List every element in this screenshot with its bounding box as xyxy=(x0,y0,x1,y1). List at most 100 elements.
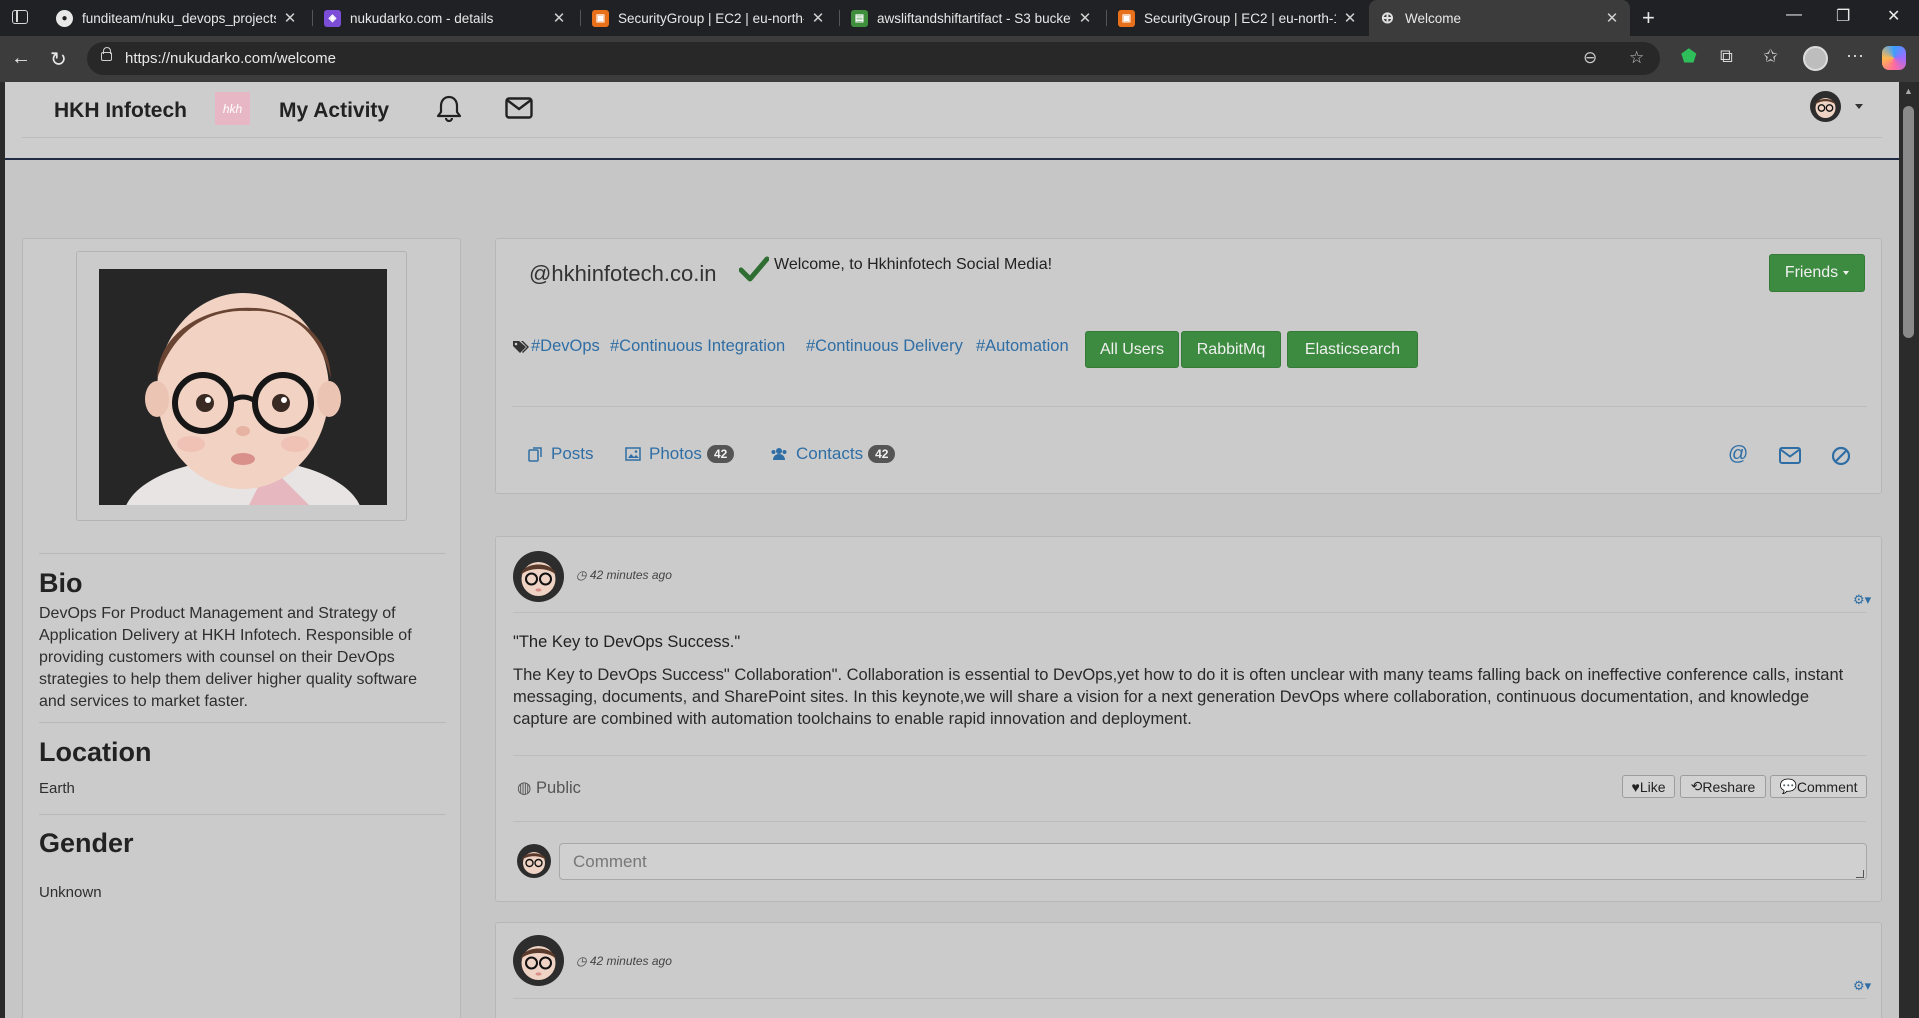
tab-posts[interactable]: Posts xyxy=(528,444,594,464)
friends-dropdown-button[interactable]: Friends xyxy=(1769,254,1865,292)
browser-tab-s3[interactable]: ▤ awsliftandshiftartifact - S3 bucket ✕ xyxy=(841,0,1103,36)
browser-tab-ec2-1[interactable]: ▣ SecurityGroup | EC2 | eu-north-1 ✕ xyxy=(582,0,836,36)
scroll-up-arrow-icon[interactable]: ▲ xyxy=(1904,86,1913,96)
mention-at-icon[interactable]: @ xyxy=(1728,443,1748,466)
user-avatar[interactable] xyxy=(1810,91,1841,122)
scrollbar-thumb[interactable] xyxy=(1903,106,1914,338)
retweet-icon: ⟲ xyxy=(1690,778,1703,794)
profile-header-card: @hkhinfotech.co.in Welcome, to Hkhinfote… xyxy=(495,238,1882,494)
clock-icon: ◷ xyxy=(576,568,590,582)
shield-extension-icon[interactable]: ⬟ xyxy=(1681,46,1697,67)
browser-tab-github[interactable]: ● funditeam/nuku_devops_projects ✕ xyxy=(46,0,308,36)
reader-options-icon[interactable]: ⊖ xyxy=(1583,48,1597,68)
divider xyxy=(513,821,1866,822)
profile-photo[interactable] xyxy=(99,269,387,505)
refresh-icon[interactable]: ↻ xyxy=(50,47,67,72)
close-icon[interactable]: ✕ xyxy=(1077,9,1093,27)
aws-ec2-icon: ▣ xyxy=(1118,9,1135,27)
resize-grip-icon[interactable] xyxy=(1856,870,1864,878)
tab-contacts[interactable]: Contacts 42 xyxy=(770,444,896,464)
commenter-avatar xyxy=(517,844,551,878)
favorite-star-icon[interactable]: ☆ xyxy=(1629,48,1644,68)
bell-icon[interactable] xyxy=(436,94,462,127)
navbar-divider xyxy=(22,137,1882,138)
tab-title: awsliftandshiftartifact - S3 bucket xyxy=(877,10,1071,26)
extensions-puzzle-icon[interactable]: ⧉ xyxy=(1720,46,1733,67)
back-arrow-icon[interactable]: ← xyxy=(11,47,31,70)
close-icon[interactable]: ✕ xyxy=(1342,9,1358,27)
post-body: The Key to DevOps Success" Collaboration… xyxy=(513,666,1844,728)
post-visibility-text: Public xyxy=(535,779,581,797)
block-ban-icon[interactable] xyxy=(1831,446,1851,472)
gender-value: Unknown xyxy=(39,884,102,901)
aws-s3-icon: ▤ xyxy=(851,9,868,27)
image-icon xyxy=(625,447,641,461)
post-visibility: ◍ Public xyxy=(517,778,581,798)
like-button[interactable]: ♥ Like xyxy=(1622,775,1675,798)
post-timestamp: ◷ 42 minutes ago xyxy=(576,568,672,582)
restore-icon[interactable]: ❐ xyxy=(1836,6,1850,26)
chevron-down-icon xyxy=(1843,271,1850,275)
more-options-icon[interactable]: ⋯ xyxy=(1846,46,1864,67)
posts-icon xyxy=(528,446,543,462)
post-time-text: 42 minutes ago xyxy=(589,954,672,968)
reshare-button[interactable]: ⟲ Reshare xyxy=(1680,775,1766,798)
tag-continuous-delivery[interactable]: #Continuous Delivery xyxy=(806,337,963,356)
close-icon[interactable]: ✕ xyxy=(282,9,298,27)
tag-devops[interactable]: #DevOps xyxy=(531,337,600,356)
close-icon[interactable]: ✕ xyxy=(1604,9,1620,27)
favorites-icon[interactable]: ✩ xyxy=(1763,46,1778,67)
tab-photos[interactable]: Photos 42 xyxy=(625,444,735,464)
post-card: ◷ 42 minutes ago ⚙▾ xyxy=(495,922,1882,1018)
rabbitmq-button[interactable]: RabbitMq xyxy=(1181,331,1281,368)
all-users-button[interactable]: All Users xyxy=(1085,331,1179,368)
post-settings-gear-icon[interactable]: ⚙▾ xyxy=(1853,978,1871,994)
browser-profile-icon[interactable] xyxy=(1803,46,1828,71)
divider xyxy=(513,755,1866,756)
globe-icon: ◍ xyxy=(517,779,536,797)
divider xyxy=(39,722,446,723)
browser-tab-welcome[interactable]: ⊕ Welcome ✕ xyxy=(1369,0,1630,36)
browser-tab-ec2-2[interactable]: ▣ SecurityGroup | EC2 | eu-north-1 ✕ xyxy=(1108,0,1368,36)
site-info-lock-icon[interactable] xyxy=(101,47,112,61)
welcome-message: Welcome, to Hkhinfotech Social Media! xyxy=(774,256,1053,273)
brand-logo[interactable]: hkh xyxy=(215,92,250,125)
users-icon xyxy=(770,447,788,461)
message-envelope-icon[interactable] xyxy=(1779,447,1801,470)
post-settings-gear-icon[interactable]: ⚙▾ xyxy=(1853,592,1871,608)
close-icon[interactable]: ✕ xyxy=(810,9,826,27)
my-activity-link[interactable]: My Activity xyxy=(279,99,389,123)
chevron-down-icon[interactable] xyxy=(1855,104,1863,109)
post-title: "The Key to DevOps Success." xyxy=(513,633,741,651)
close-icon[interactable]: ✕ xyxy=(551,9,567,27)
profile-sidebar: Bio DevOps For Product Management and St… xyxy=(22,238,461,1018)
profile-handle: @hkhinfotech.co.in xyxy=(529,261,717,286)
new-tab-plus-icon[interactable]: + xyxy=(1642,5,1655,31)
github-icon: ● xyxy=(56,9,73,27)
tab-contacts-label: Contacts xyxy=(796,444,864,463)
bio-text: DevOps For Product Management and Strate… xyxy=(39,605,417,710)
comment-bubble-icon: 💬 xyxy=(1779,778,1797,794)
tab-separator xyxy=(1106,10,1107,26)
tab-actions-icon[interactable] xyxy=(12,10,28,24)
tag-continuous-integration[interactable]: #Continuous Integration xyxy=(610,337,785,356)
browser-tab-nukudarko-details[interactable]: ◈ nukudarko.com - details ✕ xyxy=(314,0,577,36)
mail-icon[interactable] xyxy=(505,97,533,124)
browser-tab-bar: ● funditeam/nuku_devops_projects ✕ ◈ nuk… xyxy=(0,0,1919,36)
copilot-icon[interactable] xyxy=(1882,46,1906,70)
address-bar[interactable]: https://nukudarko.com/welcome ⊖ ☆ xyxy=(87,42,1660,75)
post-author-avatar[interactable] xyxy=(513,935,564,986)
tag-automation[interactable]: #Automation xyxy=(976,337,1069,356)
minimize-icon[interactable]: — xyxy=(1786,6,1802,24)
post-author-avatar[interactable] xyxy=(513,551,564,602)
comment-button[interactable]: 💬 Comment xyxy=(1770,775,1867,798)
url-text[interactable]: https://nukudarko.com/welcome xyxy=(125,50,336,67)
page-viewport: HKH Infotech hkh My Activity Bio DevOps … xyxy=(0,82,1919,1018)
divider xyxy=(513,612,1866,613)
elasticsearch-button[interactable]: Elasticsearch xyxy=(1287,331,1418,368)
friends-button-label: Friends xyxy=(1784,264,1839,281)
window-close-icon[interactable]: ✕ xyxy=(1887,6,1900,26)
brand-link[interactable]: HKH Infotech xyxy=(54,99,187,123)
comment-input[interactable] xyxy=(559,843,1867,880)
tab-separator xyxy=(580,10,581,26)
